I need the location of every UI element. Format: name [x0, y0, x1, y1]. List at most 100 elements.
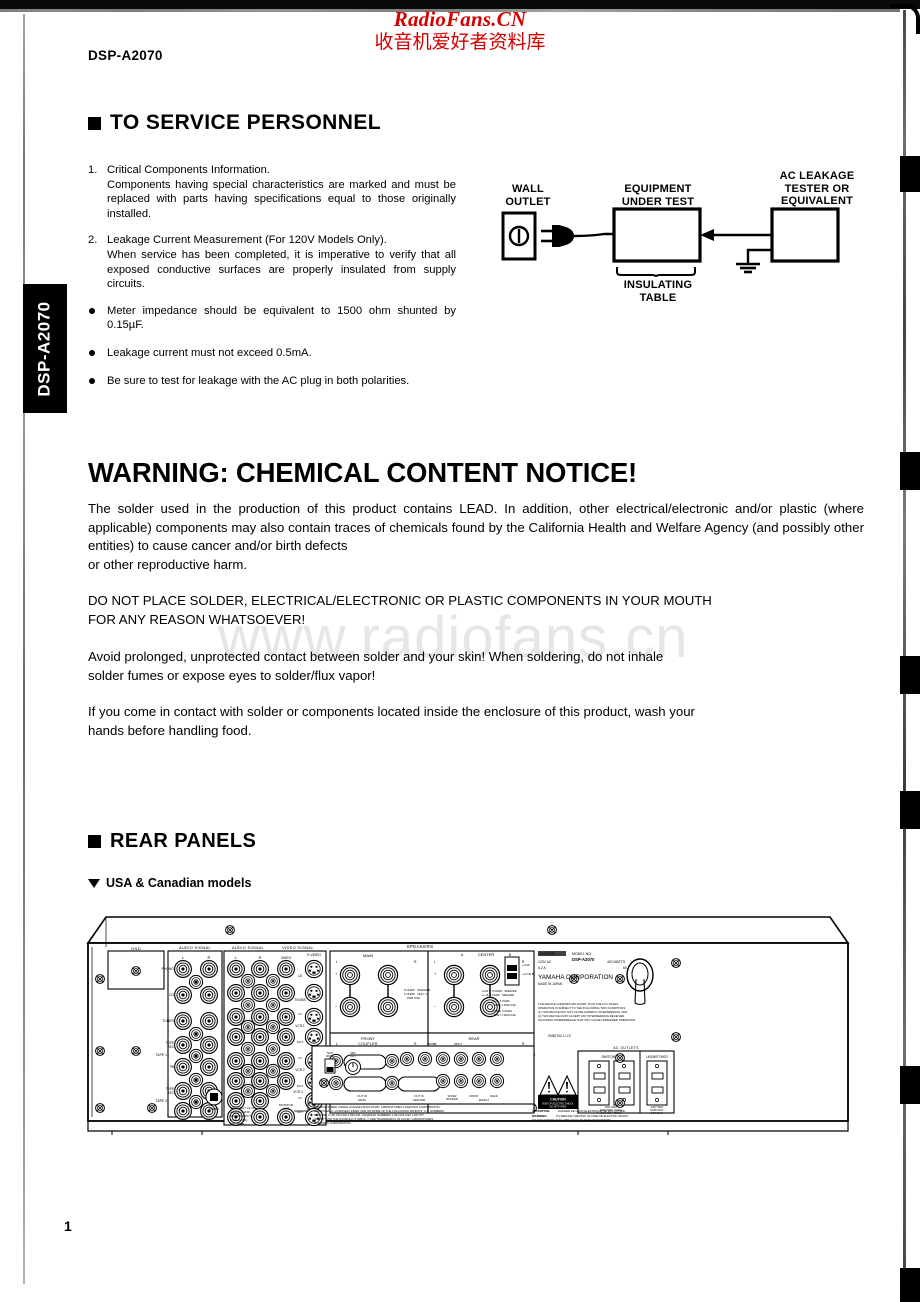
svg-text:WOOFER: WOOFER: [446, 1097, 458, 1101]
list-first-line: Leakage Current Measurement (For 120V Mo…: [107, 234, 387, 247]
list-marker: 1.: [88, 164, 98, 176]
svg-text:DOLBY: DOLBY: [209, 1107, 219, 1111]
svg-text:SPEAKERS: SPEAKERS: [407, 944, 434, 949]
warning-paragraph-4: If you come in contact with solder or co…: [88, 703, 864, 740]
svg-text:MONIT: MONIT: [427, 1042, 437, 1046]
svg-text:YAMAHA CORPORATION: YAMAHA CORPORATION: [538, 974, 613, 981]
svg-text:TAPE 1: TAPE 1: [156, 1053, 168, 1057]
svg-text:L: L: [434, 960, 436, 964]
service-instructions-list: 1. Critical Components Information. Comp…: [88, 163, 456, 401]
warning-p1-last: or other reproductive harm.: [88, 556, 248, 572]
warning-p3-last: solder fumes or expose eyes to solder/fl…: [88, 667, 376, 683]
square-bullet-icon: [88, 835, 101, 848]
rear-panels-subheading-label: USA & Canadian models: [106, 876, 252, 890]
bullet-dot-icon: [89, 377, 95, 384]
warning-paragraph-3: Avoid prolonged, unprotected contact bet…: [88, 648, 864, 685]
svg-text:R: R: [208, 955, 211, 960]
svg-text:PAIR USE: PAIR USE: [407, 996, 420, 1000]
section-heading-rear-panels: REAR PANELS: [88, 830, 256, 853]
list-body: Be sure to test for leakage with the AC …: [107, 374, 410, 387]
svg-text:REC: REC: [167, 1045, 174, 1049]
svg-text:MODEL NO.: MODEL NO.: [572, 952, 592, 956]
svg-text:REAR: REAR: [490, 1094, 497, 1098]
leakage-diagram-svg: [501, 207, 840, 278]
list-body: Critical Components Information. Compone…: [107, 163, 456, 221]
list-first-line: Critical Components Information.: [107, 164, 270, 176]
list-body: Leakage Current Measurement (For 120V Mo…: [107, 233, 456, 291]
svg-text:LD: LD: [298, 974, 303, 978]
rear-panel-svg: GND AUDIO SIGNAL L R PHONO CD TUNER TAPE…: [86, 916, 850, 1135]
svg-text:AC OUTLETS: AC OUTLETS: [613, 1046, 639, 1050]
edge-mark: [900, 156, 920, 192]
svg-text:6.2 A: 6.2 A: [538, 966, 546, 970]
svg-text:DANGER DE CHOC ELECTRIQUE NE P: DANGER DE CHOC ELECTRIQUE NE PAS OUVRIR.: [558, 1109, 626, 1113]
list-item: Meter impedance should be equivalent to …: [88, 304, 456, 333]
svg-text:OUT: OUT: [297, 1084, 304, 1088]
svg-text:VCR 1: VCR 1: [295, 1024, 305, 1028]
svg-text:AUDIO SIGNAL: AUDIO SIGNAL: [179, 945, 212, 950]
page-number: 1: [64, 1218, 72, 1234]
edge-mark: [900, 791, 920, 829]
warning-p4-text: If you come in contact with solder or co…: [88, 704, 695, 719]
svg-text:ONLY 1 PAIR USE: ONLY 1 PAIR USE: [494, 1003, 516, 1007]
svg-text:ATTENTION:: ATTENTION:: [532, 1109, 550, 1113]
svg-text:TAPE 2: TAPE 2: [156, 1099, 168, 1103]
svg-text:PB: PB: [170, 1065, 174, 1069]
svg-text:1.0A MAX.: 1.0A MAX.: [651, 1111, 664, 1115]
warning-paragraph-2: DO NOT PLACE SOLDER, ELECTRICAL/ELECTRON…: [88, 592, 864, 629]
warning-p2-last: FOR ANY REASON WHATSOEVER!: [88, 611, 306, 627]
section-heading-label: REAR PANELS: [110, 830, 257, 852]
list-body: Meter impedance should be equivalent to …: [107, 304, 456, 332]
svg-text:A + B: 6 OHMS ·: A + B: 6 OHMS ·: [492, 999, 511, 1003]
edge-mark: [900, 1268, 920, 1302]
svg-text:MODE: MODE: [326, 1054, 334, 1058]
svg-text:SET MENU.: SET MENU.: [230, 1122, 246, 1126]
svg-text:IN: IN: [299, 1056, 302, 1060]
svg-text:A OR B: 8 OHMS · SPEAKER: A OR B: 8 OHMS · SPEAKER: [482, 989, 517, 993]
svg-text:TV/DBS: TV/DBS: [294, 998, 306, 1002]
svg-text:ADJ: ADJ: [351, 1054, 357, 1058]
svg-text:INCLUDING INTERFERENCE THAT MA: INCLUDING INTERFERENCE THAT MAY CAUSE UN…: [538, 1018, 636, 1022]
svg-text:VIDEO: VIDEO: [281, 956, 292, 960]
svg-text:VM82760-1 U.S: VM82760-1 U.S: [548, 1034, 571, 1038]
svg-text:VIDEO SIGNAL: VIDEO SIGNAL: [282, 945, 314, 950]
svg-text:VCR 3: VCR 3: [293, 1090, 303, 1094]
svg-text:TUNER: TUNER: [162, 1019, 174, 1023]
svg-text:IN: IN: [299, 1096, 302, 1100]
section-heading-service-personnel: TO SERVICE PERSONNEL: [88, 111, 381, 135]
svg-text:FRONT: FRONT: [470, 1094, 479, 1098]
list-marker: [88, 374, 107, 389]
square-bullet-icon: [88, 116, 101, 130]
svg-text:A OR B: 6 OHMS ·: A OR B: 6 OHMS ·: [492, 1009, 514, 1013]
list-marker: [88, 304, 107, 333]
rear-panels-subheading: USA & Canadian models: [88, 876, 251, 890]
warning-p3-text: Avoid prolonged, unprotected contact bet…: [88, 649, 664, 664]
svg-text:S VIDEO: S VIDEO: [307, 953, 321, 957]
svg-text:CENTER: CENTER: [478, 952, 495, 957]
list-item: 2. Leakage Current Measurement (For 120V…: [88, 233, 456, 291]
rear-panel-illustration: GND AUDIO SIGNAL L R PHONO CD TUNER TAPE…: [62, 903, 852, 1135]
svg-text:COUPLER: COUPLER: [358, 1042, 378, 1046]
svg-text:R: R: [259, 955, 262, 960]
svg-text:MADE IN JAPAN: MADE IN JAPAN: [538, 982, 563, 986]
warning-title: WARNING: CHEMICAL CONTENT NOTICE!: [88, 457, 637, 488]
svg-text:LICENSING CORPORATION.: LICENSING CORPORATION.: [314, 1121, 351, 1125]
list-marker: [88, 346, 107, 361]
svg-text:DO NOT EXPOSE THIS APPLIANCE T: DO NOT EXPOSE THIS APPLIANCE TO RAIN OR …: [532, 1118, 612, 1122]
svg-text:OUT: OUT: [283, 1107, 290, 1111]
svg-text:PHONO: PHONO: [162, 967, 175, 971]
svg-text:CD: CD: [169, 993, 174, 997]
svg-text:MAIN: MAIN: [358, 1098, 366, 1102]
list-rest-text: When service has been completed, it is i…: [107, 248, 456, 291]
svg-text:CENTER: CENTER: [413, 1098, 426, 1102]
svg-text:L: L: [336, 960, 338, 964]
svg-text:SPLIT: SPLIT: [454, 1042, 463, 1046]
svg-text:+A+B: +A+B: [522, 963, 530, 967]
leakage-current-test-diagram: WALL OUTLET EQUIPMENT UNDER TEST AC LEAK…: [486, 165, 876, 315]
svg-text:120V AC: 120V AC: [538, 960, 552, 964]
svg-text:ONLY 1 PAIR USE: ONLY 1 PAIR USE: [494, 1013, 516, 1017]
svg-text:IN: IN: [299, 1012, 302, 1016]
side-tab-label: DSP-A2070: [34, 301, 54, 397]
svg-text:A + B: 8 OHMS · SPEAKER: A + B: 8 OHMS · SPEAKER: [482, 993, 514, 997]
svg-text:CAUTION: CAUTION: [550, 1098, 566, 1102]
